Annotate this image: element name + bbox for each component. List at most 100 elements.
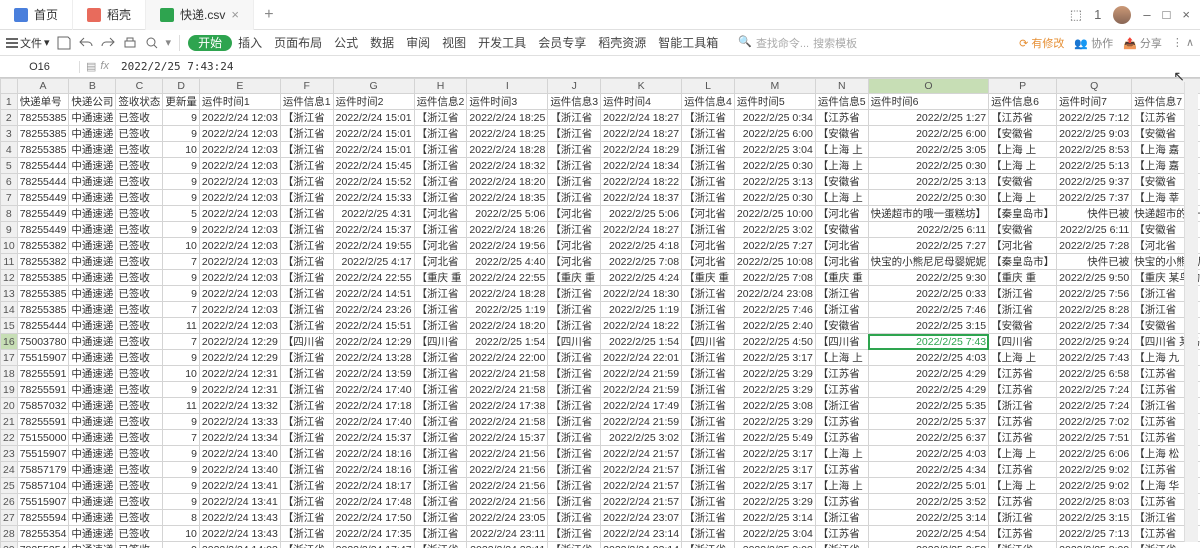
col-header[interactable]: P <box>989 79 1057 94</box>
col-header[interactable]: A <box>17 79 69 94</box>
row-header[interactable]: 5 <box>1 158 18 174</box>
cell[interactable]: 【四川省 <box>989 334 1057 350</box>
cell[interactable]: 已签收 <box>116 366 163 382</box>
cell[interactable]: 中通速递 <box>69 334 116 350</box>
row-header[interactable]: 11 <box>1 254 18 270</box>
cell[interactable]: 2022/2/25 1:54 <box>467 334 548 350</box>
cell[interactable]: 2022/2/24 18:27 <box>601 222 682 238</box>
cell[interactable]: 【浙江省 <box>682 542 735 548</box>
cell[interactable]: 【浙江省 <box>280 286 333 302</box>
row-header[interactable]: 9 <box>1 222 18 238</box>
cell[interactable]: 2022/2/25 3:52 <box>868 542 989 548</box>
cell[interactable]: 2022/2/24 18:20 <box>467 318 548 334</box>
cell[interactable]: 【浙江省 <box>414 190 467 206</box>
cell[interactable]: 2022/2/24 17:47 <box>333 542 414 548</box>
cell[interactable]: 已签收 <box>116 174 163 190</box>
header-cell[interactable]: 运件信息5 <box>815 94 868 110</box>
cell[interactable]: 2022/2/25 9:37 <box>1057 174 1132 190</box>
row-header[interactable]: 16 <box>1 334 18 350</box>
cell[interactable]: 【河北省 <box>815 238 868 254</box>
cell[interactable]: 78255382 <box>17 254 69 270</box>
cell[interactable]: 【上海 上 <box>815 446 868 462</box>
cell[interactable]: 已签收 <box>116 286 163 302</box>
cell[interactable]: 【上海 上 <box>815 142 868 158</box>
cell[interactable]: 9 <box>163 222 200 238</box>
cell[interactable]: 中通速递 <box>69 398 116 414</box>
ribbon-tab[interactable]: 会员专享 <box>532 36 592 50</box>
cell[interactable]: 11 <box>163 398 200 414</box>
cell[interactable]: 【江苏省 <box>815 366 868 382</box>
cell[interactable]: 已签收 <box>116 238 163 254</box>
cell[interactable]: 【浙江省 <box>682 430 735 446</box>
cell[interactable]: 2022/2/25 3:29 <box>734 366 815 382</box>
row-header[interactable]: 24 <box>1 462 18 478</box>
cell[interactable]: 2022/2/25 8:53 <box>1057 142 1132 158</box>
command-search[interactable]: 🔍 查找命令... 搜索模板 <box>738 35 857 51</box>
cell[interactable]: 7 <box>163 254 200 270</box>
undo-icon[interactable] <box>78 35 94 51</box>
header-cell[interactable]: 运件信息2 <box>414 94 467 110</box>
cell[interactable]: 【浙江省 <box>414 494 467 510</box>
cell[interactable]: 9 <box>163 126 200 142</box>
cell[interactable]: 2022/2/25 3:14 <box>868 510 989 526</box>
cell[interactable]: 【浙江省 <box>414 350 467 366</box>
cell[interactable]: 2022/2/24 14:51 <box>333 286 414 302</box>
cell[interactable]: 【浙江省 <box>280 414 333 430</box>
cell[interactable]: 【浙江省 <box>682 414 735 430</box>
row-header[interactable]: 10 <box>1 238 18 254</box>
cell[interactable]: 2022/2/24 15:01 <box>333 126 414 142</box>
minimize-button[interactable]: – <box>1143 7 1150 22</box>
col-header[interactable]: C <box>116 79 163 94</box>
cell[interactable]: 2022/2/24 12:03 <box>199 158 280 174</box>
cell[interactable]: 已签收 <box>116 190 163 206</box>
cell[interactable]: 【江苏省 <box>989 430 1057 446</box>
cell[interactable]: 中通速递 <box>69 158 116 174</box>
cell[interactable]: 78255449 <box>17 190 69 206</box>
cell[interactable]: 2022/2/25 4:54 <box>868 526 989 542</box>
cell[interactable]: 2022/2/24 12:03 <box>199 238 280 254</box>
cell[interactable]: 2022/2/25 6:06 <box>1057 446 1132 462</box>
cell[interactable]: 9 <box>163 478 200 494</box>
cell[interactable]: 2022/2/24 12:03 <box>199 174 280 190</box>
cell[interactable]: 2022/2/25 3:15 <box>1057 510 1132 526</box>
cell[interactable]: 【重庆 重 <box>989 270 1057 286</box>
cell[interactable]: 【浙江省 <box>1132 542 1200 548</box>
cell[interactable]: 2022/2/24 12:29 <box>199 350 280 366</box>
cell[interactable]: 2022/2/24 18:35 <box>467 190 548 206</box>
cell[interactable]: 【江苏省 <box>989 526 1057 542</box>
cell[interactable]: 11 <box>163 318 200 334</box>
cell[interactable]: 【浙江省 <box>682 446 735 462</box>
cell[interactable]: 【浙江省 <box>280 222 333 238</box>
col-header[interactable]: B <box>69 79 116 94</box>
cell[interactable]: 【浙江省 <box>280 174 333 190</box>
cell[interactable]: 2022/2/25 8:03 <box>1057 494 1132 510</box>
cell[interactable]: 2022/2/24 22:55 <box>333 270 414 286</box>
cell[interactable]: 已签收 <box>116 126 163 142</box>
cell[interactable]: 75155000 <box>17 430 69 446</box>
cell[interactable]: 【浙江省 <box>414 398 467 414</box>
ribbon-tab[interactable]: 开发工具 <box>472 36 532 50</box>
cell[interactable]: 9 <box>163 494 200 510</box>
fx-dropdown[interactable]: ▤ <box>86 60 96 73</box>
header-cell[interactable]: 运件时间6 <box>868 94 989 110</box>
cell[interactable]: 7 <box>163 334 200 350</box>
cell[interactable]: 中通速递 <box>69 206 116 222</box>
cell[interactable]: 【浙江省 <box>280 462 333 478</box>
cell[interactable]: 2022/2/24 12:03 <box>199 206 280 222</box>
cell[interactable]: 2022/2/25 8:28 <box>1057 302 1132 318</box>
cell[interactable]: 【河北省 <box>414 254 467 270</box>
cell[interactable]: 【浙江省 <box>682 142 735 158</box>
cell[interactable]: 2022/2/25 3:04 <box>734 142 815 158</box>
cell[interactable]: 中通速递 <box>69 110 116 126</box>
cell[interactable]: 2022/2/24 21:57 <box>601 478 682 494</box>
cell[interactable]: 10 <box>163 526 200 542</box>
cell[interactable]: 【浙江省 <box>414 526 467 542</box>
cell[interactable]: 【浙江省 <box>280 366 333 382</box>
cell[interactable]: 【上海 上 <box>989 350 1057 366</box>
cell[interactable]: 2022/2/24 12:03 <box>199 222 280 238</box>
cell[interactable]: 2022/2/24 21:56 <box>467 494 548 510</box>
cell[interactable]: 【浙江省 <box>682 190 735 206</box>
cell[interactable]: 【浙江省 <box>414 318 467 334</box>
cell[interactable]: 【江苏省 <box>815 494 868 510</box>
cell[interactable]: 已签收 <box>116 510 163 526</box>
